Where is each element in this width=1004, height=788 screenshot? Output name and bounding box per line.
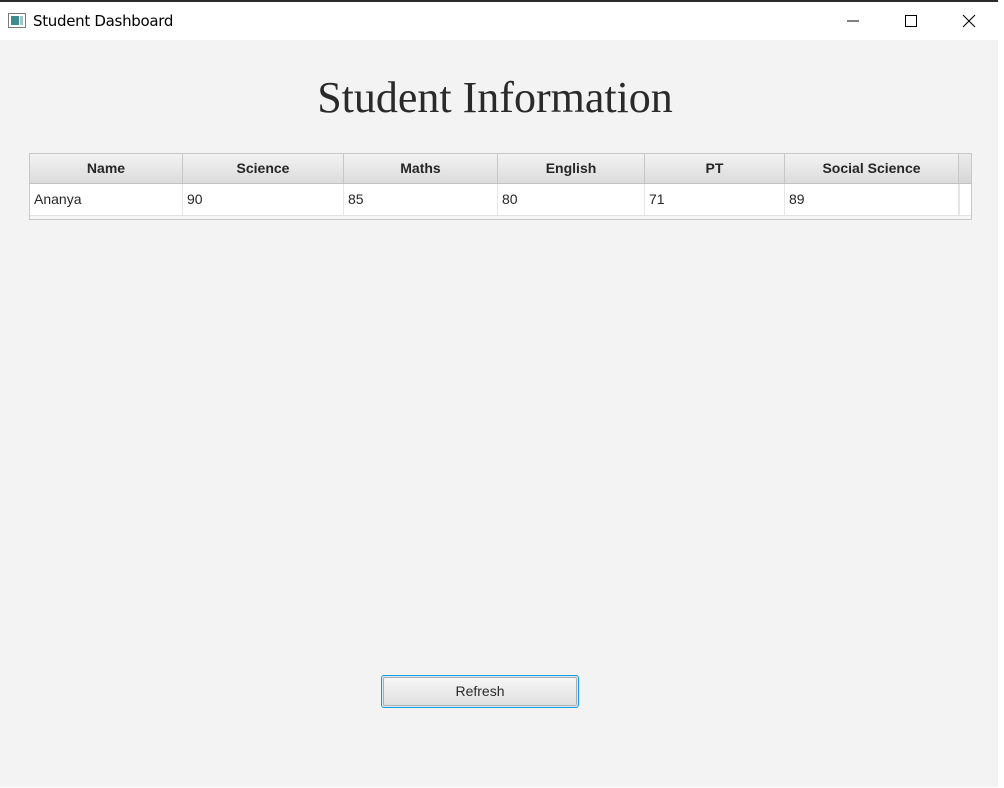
table-row[interactable]: Ananya 90 85 80 71 89: [30, 184, 971, 215]
cell-maths[interactable]: 85: [344, 184, 498, 215]
title-bar[interactable]: Student Dashboard: [0, 2, 998, 40]
minimize-icon: [847, 20, 859, 22]
header-filler: [959, 154, 971, 183]
refresh-button-label: Refresh: [383, 677, 577, 706]
page-title: Student Information: [317, 73, 673, 122]
column-header-social-science[interactable]: Social Science: [785, 154, 959, 183]
cell-english[interactable]: 80: [498, 184, 645, 215]
application-window: Student Dashboard Student Information Na…: [0, 0, 998, 787]
window-title: Student Dashboard: [33, 12, 174, 30]
refresh-button[interactable]: Refresh: [381, 675, 579, 708]
close-button[interactable]: [940, 2, 998, 40]
table-bottom-edge: [30, 216, 971, 219]
cell-pt[interactable]: 71: [645, 184, 785, 215]
student-table[interactable]: Name Science Maths English PT Social Sci…: [29, 153, 972, 220]
column-header-pt[interactable]: PT: [645, 154, 785, 183]
cell-social-science[interactable]: 89: [785, 184, 959, 215]
cell-name[interactable]: Ananya: [30, 184, 183, 215]
column-header-maths[interactable]: Maths: [344, 154, 498, 183]
column-header-english[interactable]: English: [498, 154, 645, 183]
close-icon: [962, 14, 976, 28]
app-icon: [8, 13, 26, 28]
row-filler: [959, 184, 971, 215]
maximize-icon: [905, 15, 917, 27]
minimize-button[interactable]: [824, 2, 882, 40]
maximize-button[interactable]: [882, 2, 940, 40]
column-header-science[interactable]: Science: [183, 154, 344, 183]
column-header-name[interactable]: Name: [30, 154, 183, 183]
cell-science[interactable]: 90: [183, 184, 344, 215]
table-header: Name Science Maths English PT Social Sci…: [30, 154, 971, 184]
